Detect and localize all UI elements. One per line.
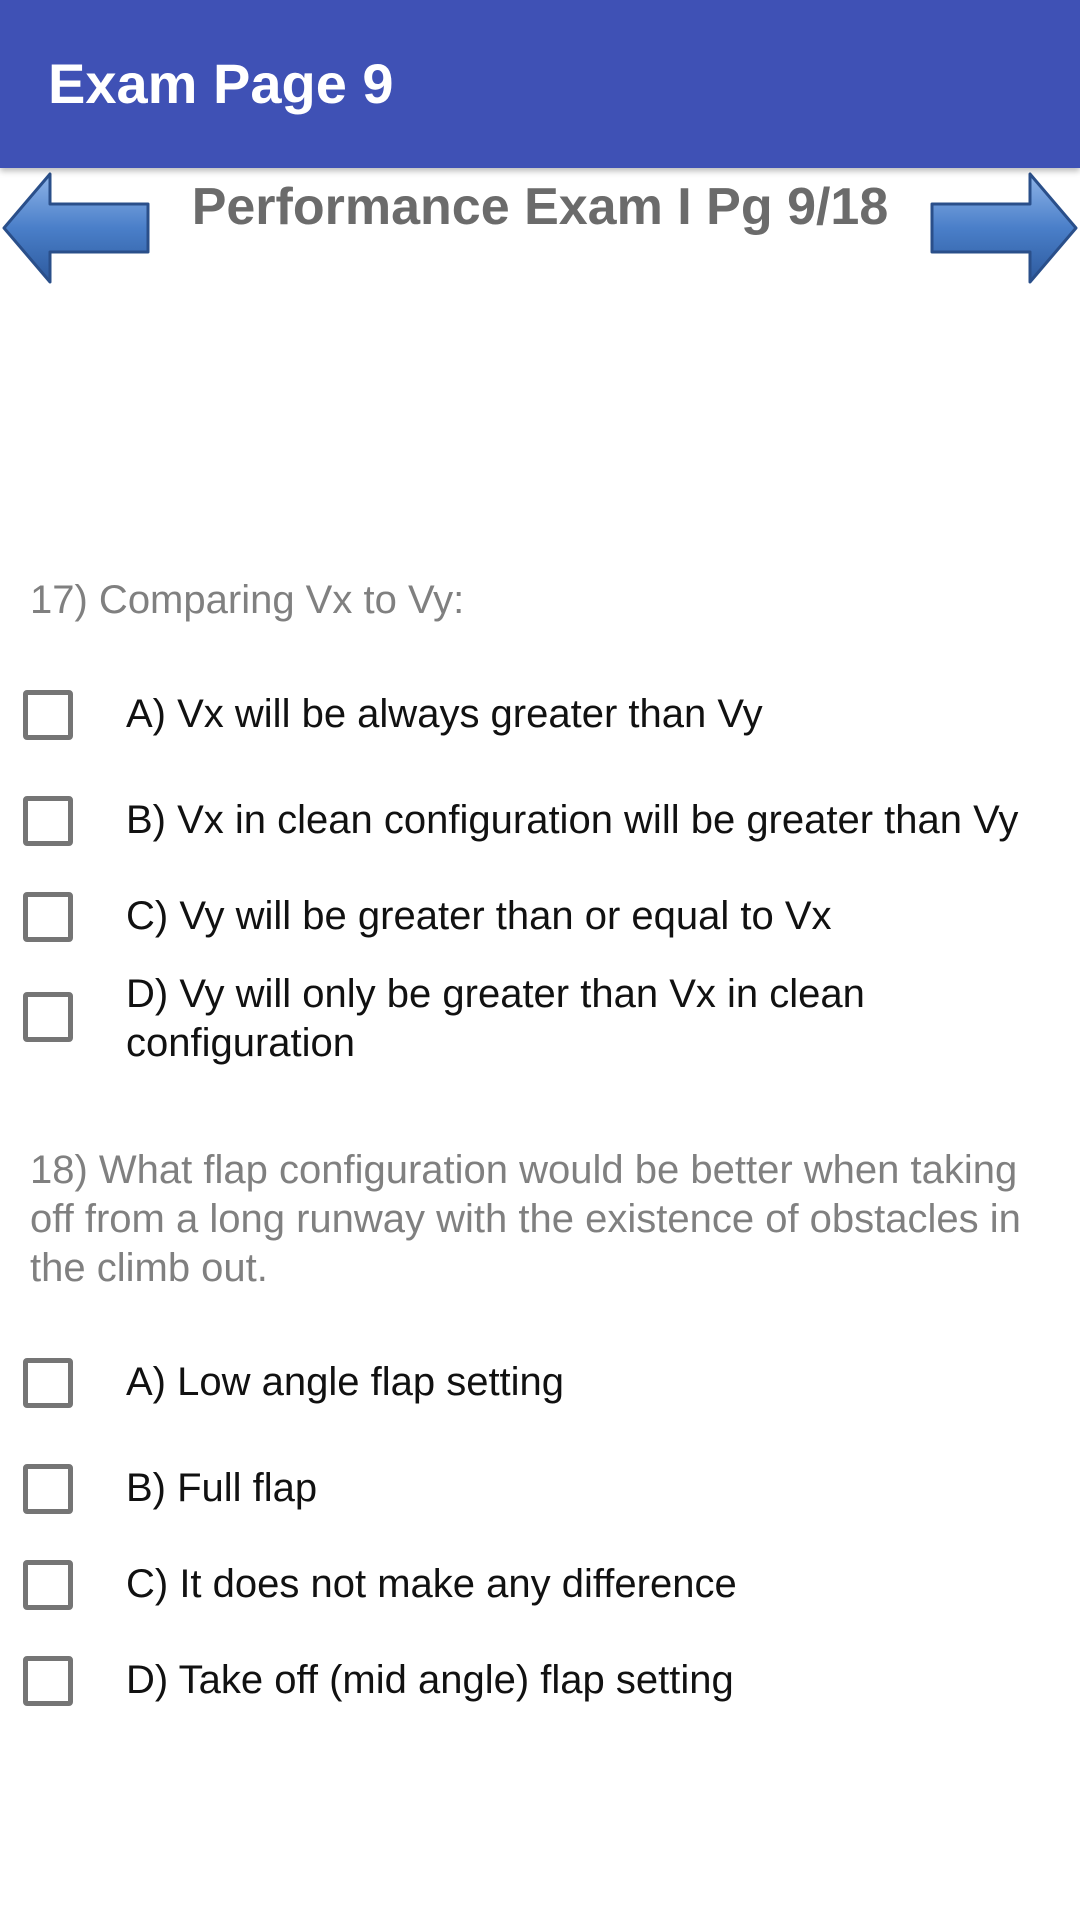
question-18-text: 18) What flap configuration would be bet… xyxy=(30,1148,1021,1290)
q18-option-c-checkbox[interactable] xyxy=(23,1560,73,1610)
q18-option-b-checkbox[interactable] xyxy=(23,1464,73,1514)
q17-option-a-checkbox[interactable] xyxy=(23,690,73,740)
q18-option-d-checkbox[interactable] xyxy=(23,1656,73,1706)
q17-option-c-checkbox[interactable] xyxy=(23,892,73,942)
app-bar: Exam Page 9 xyxy=(0,0,1080,168)
q18-option-c-label[interactable]: C) It does not make any difference xyxy=(126,1560,1066,1609)
q18-option-a-label[interactable]: A) Low angle flap setting xyxy=(126,1358,1066,1407)
q17-option-d-checkbox[interactable] xyxy=(23,992,73,1042)
app-bar-title: Exam Page 9 xyxy=(48,52,394,115)
next-page-button[interactable] xyxy=(928,168,1080,288)
page-title: Performance Exam I Pg 9/18 xyxy=(191,178,889,236)
q17-option-d-label[interactable]: D) Vy will only be greater than Vx in cl… xyxy=(126,970,926,1068)
q17-option-c-label[interactable]: C) Vy will be greater than or equal to V… xyxy=(126,892,1066,941)
q17-option-b-checkbox[interactable] xyxy=(23,796,73,846)
q18-option-d-label[interactable]: D) Take off (mid angle) flap setting xyxy=(126,1656,1066,1705)
q18-option-b-label[interactable]: B) Full flap xyxy=(126,1464,1066,1513)
previous-page-button[interactable] xyxy=(0,168,152,288)
question-17-text: 17) Comparing Vx to Vy: xyxy=(30,578,465,622)
q17-option-b-label[interactable]: B) Vx in clean configuration will be gre… xyxy=(126,796,1066,845)
arrow-right-icon xyxy=(930,172,1078,284)
q17-option-a-label[interactable]: A) Vx will be always greater than Vy xyxy=(126,690,1066,739)
q18-option-a-checkbox[interactable] xyxy=(23,1358,73,1408)
arrow-left-icon xyxy=(2,172,150,284)
